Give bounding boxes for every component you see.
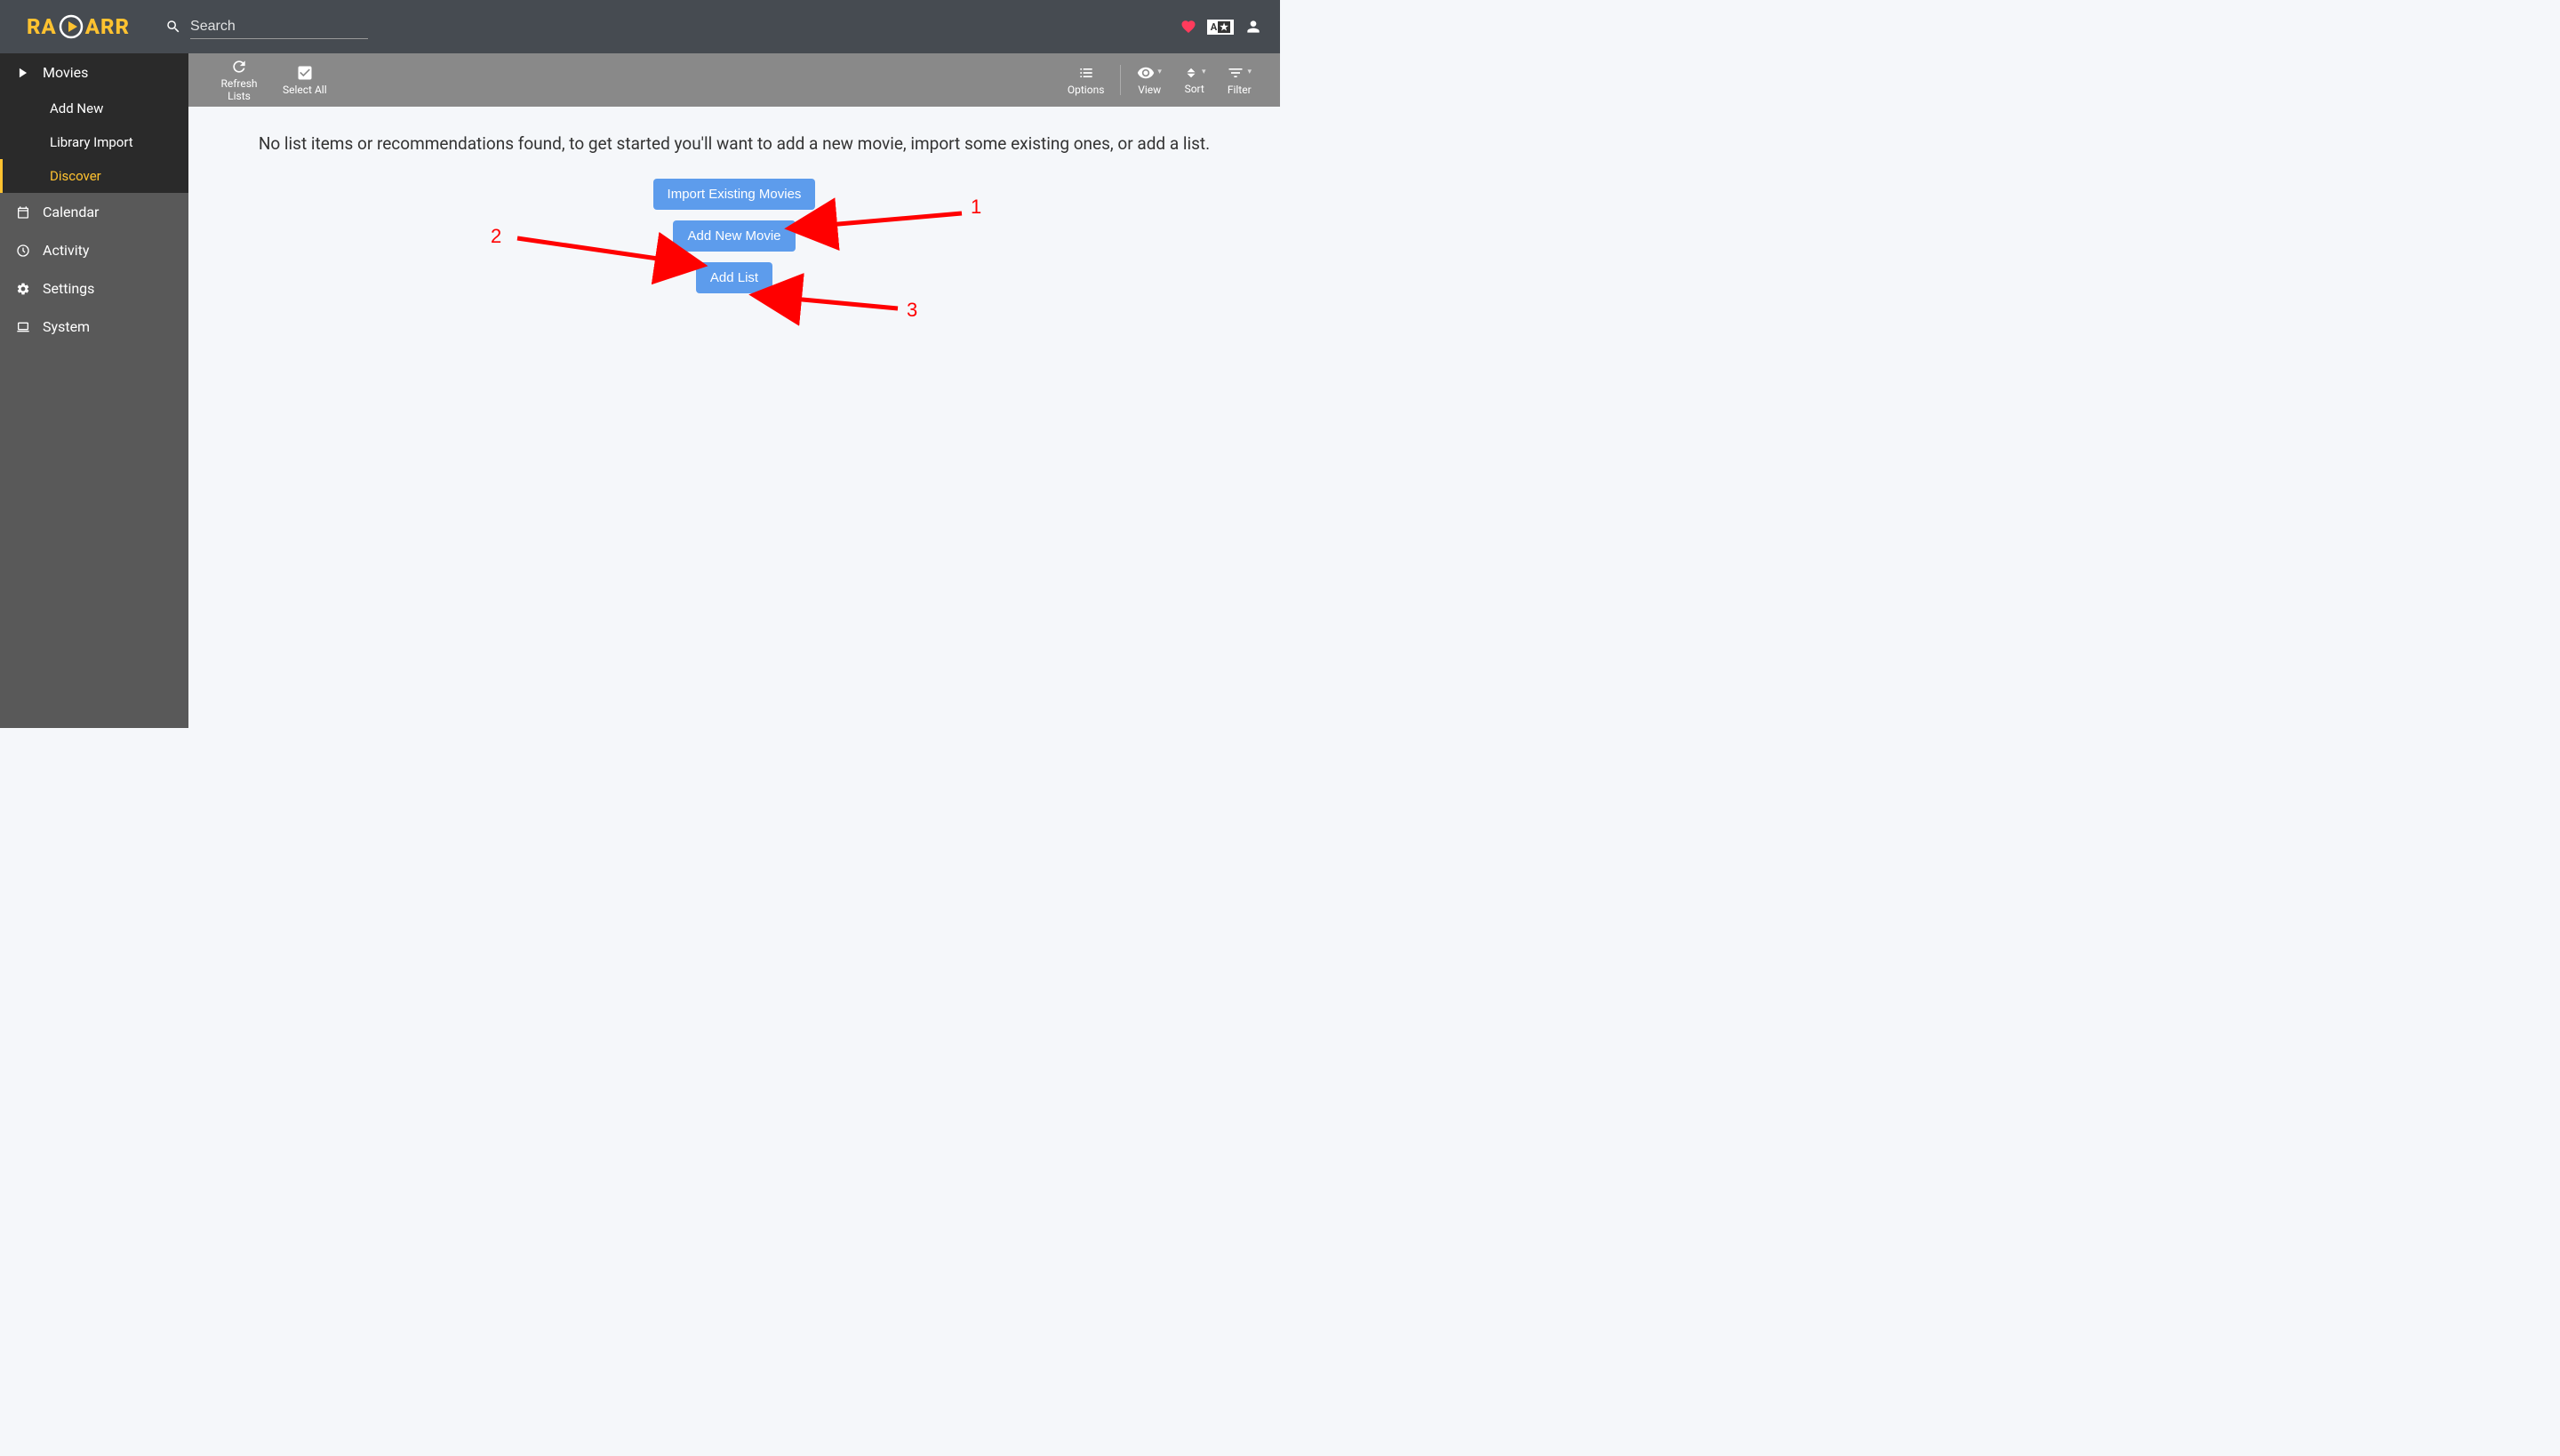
eye-icon xyxy=(1137,64,1155,82)
user-icon[interactable] xyxy=(1244,18,1262,36)
action-buttons: Import Existing Movies Add New Movie Add… xyxy=(233,179,1236,293)
main-area: Refresh Lists Select All Options ▾ View xyxy=(188,53,1280,728)
divider xyxy=(1120,65,1121,95)
sidebar-item-label: Discover xyxy=(50,168,101,184)
empty-state-message: No list items or recommendations found, … xyxy=(233,133,1236,154)
import-existing-button[interactable]: Import Existing Movies xyxy=(653,179,816,210)
search-container xyxy=(165,15,368,39)
chevron-down-icon: ▾ xyxy=(1247,68,1252,77)
sidebar-item-activity[interactable]: Activity xyxy=(0,231,188,269)
play-icon xyxy=(16,67,30,79)
laptop-icon xyxy=(16,320,30,334)
sidebar-item-label: Calendar xyxy=(43,204,99,220)
sidebar-item-label: Activity xyxy=(43,242,89,259)
app-logo[interactable]: RA ARR xyxy=(27,14,130,39)
sidebar-item-library-import[interactable]: Library Import xyxy=(0,125,188,159)
sidebar-item-label: Settings xyxy=(43,280,94,297)
annotation-overlay xyxy=(188,107,1280,551)
sidebar-item-system[interactable]: System xyxy=(0,308,188,346)
sidebar-item-add-new[interactable]: Add New xyxy=(0,92,188,125)
chevron-down-icon: ▾ xyxy=(1202,68,1206,77)
calendar-icon xyxy=(16,205,30,220)
search-icon xyxy=(165,19,181,35)
filter-icon xyxy=(1227,64,1244,82)
toolbar: Refresh Lists Select All Options ▾ View xyxy=(188,53,1280,107)
tool-label: Refresh Lists xyxy=(217,77,261,103)
sidebar-item-label: Add New xyxy=(50,100,103,116)
refresh-icon xyxy=(230,58,248,76)
top-bar: RA ARR A ★ xyxy=(0,0,1280,53)
search-input[interactable] xyxy=(190,15,368,39)
sidebar-item-movies[interactable]: Movies xyxy=(0,53,188,92)
sidebar-item-label: Library Import xyxy=(50,134,133,150)
sidebar-item-label: Movies xyxy=(43,64,88,81)
clock-icon xyxy=(16,244,30,258)
list-icon xyxy=(1077,64,1095,82)
sort-icon xyxy=(1183,65,1199,81)
content-area: No list items or recommendations found, … xyxy=(188,107,1280,728)
sidebar: Movies Add New Library Import Discover C… xyxy=(0,53,188,728)
options-button[interactable]: Options xyxy=(1057,53,1116,107)
sidebar-item-label: System xyxy=(43,318,90,335)
sidebar-item-discover[interactable]: Discover xyxy=(0,159,188,193)
topbar-right: A ★ xyxy=(1180,18,1262,36)
view-button[interactable]: ▾ View xyxy=(1126,53,1172,107)
select-all-button[interactable]: Select All xyxy=(272,53,338,107)
add-new-movie-button[interactable]: Add New Movie xyxy=(673,220,795,252)
filter-button[interactable]: ▾ Filter xyxy=(1216,53,1262,107)
sidebar-item-calendar[interactable]: Calendar xyxy=(0,193,188,231)
heart-icon[interactable] xyxy=(1180,19,1196,35)
chevron-down-icon: ▾ xyxy=(1157,68,1162,77)
refresh-lists-button[interactable]: Refresh Lists xyxy=(206,53,272,107)
tool-label: Select All xyxy=(283,84,327,96)
add-list-button[interactable]: Add List xyxy=(696,262,772,293)
play-logo-icon xyxy=(59,14,84,39)
logo-text-right: ARR xyxy=(85,14,130,39)
gears-icon xyxy=(16,282,30,296)
annotation-label-3: 3 xyxy=(907,299,917,322)
sort-button[interactable]: ▾ Sort xyxy=(1172,53,1217,107)
tool-label: Options xyxy=(1068,84,1105,96)
sidebar-item-settings[interactable]: Settings xyxy=(0,269,188,308)
tool-label: View xyxy=(1138,84,1161,96)
tool-label: Filter xyxy=(1228,84,1252,96)
tool-label: Sort xyxy=(1185,83,1204,95)
checkbox-icon xyxy=(296,64,314,82)
logo-text-left: RA xyxy=(27,14,57,39)
language-badge[interactable]: A ★ xyxy=(1207,20,1234,35)
